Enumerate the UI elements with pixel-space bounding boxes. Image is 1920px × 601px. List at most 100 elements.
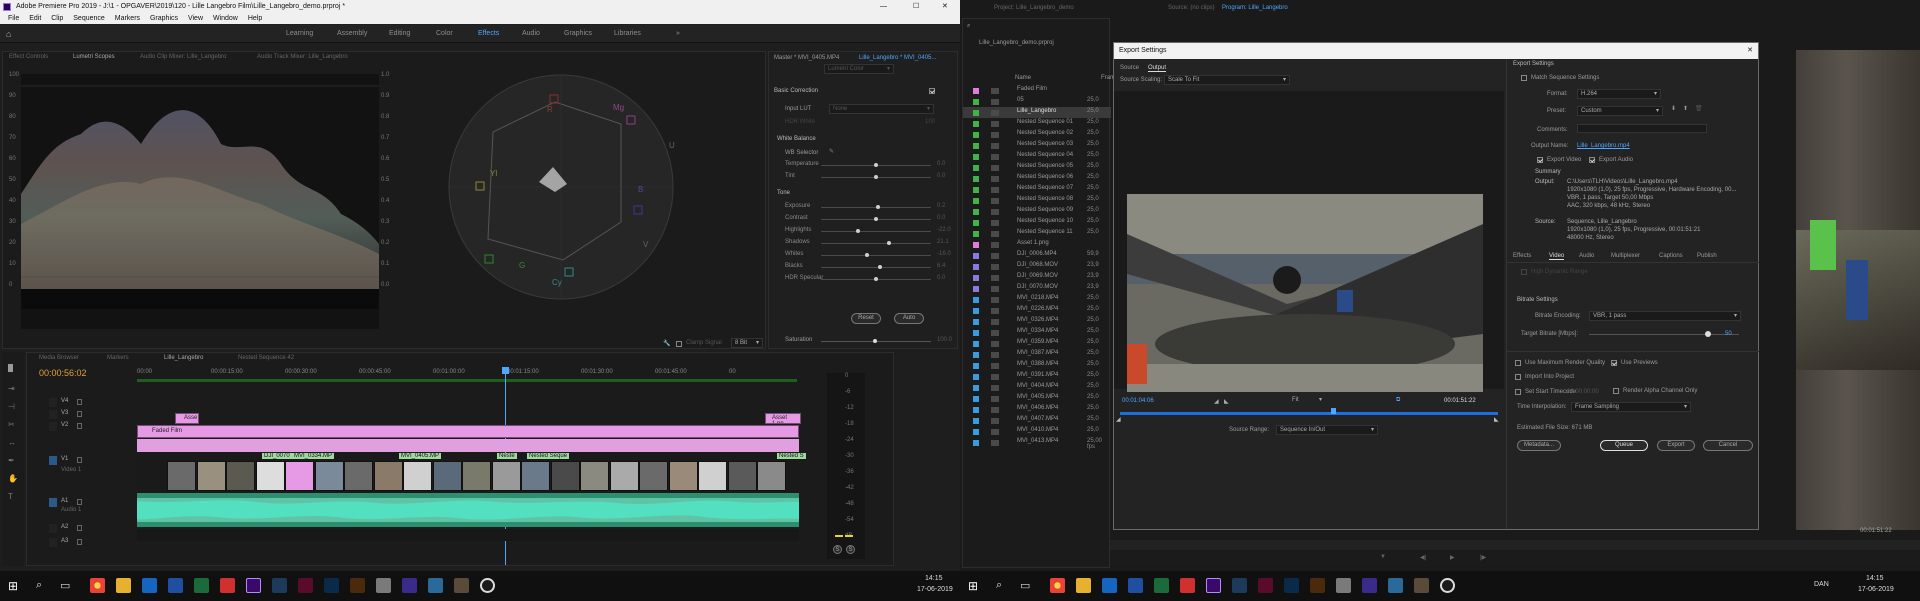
eyedropper-icon[interactable]: ✎ [829, 148, 834, 155]
label-color-swatch[interactable] [973, 275, 979, 281]
project-item[interactable]: Nested Sequence 09 25,0 [963, 206, 1111, 217]
use-previews-checkbox[interactable] [1611, 360, 1617, 366]
playhead-timecode[interactable]: 00:00:56:02 [39, 368, 87, 378]
app-icon-3-right[interactable] [1388, 578, 1403, 593]
workspace-audio[interactable]: Audio [522, 30, 540, 37]
tab-lille-langebro-sequence[interactable]: Lille_Langebro [164, 355, 203, 361]
type-tool-icon[interactable]: T [8, 492, 13, 501]
label-color-swatch[interactable] [973, 165, 979, 171]
slider-row-tint[interactable]: Tint 0.0 [769, 172, 959, 183]
lock-icon[interactable] [77, 539, 82, 545]
track-target-toggle[interactable] [49, 538, 57, 547]
label-color-swatch[interactable] [973, 198, 979, 204]
timeline-clip-thumb[interactable] [226, 461, 255, 491]
target-bitrate-value[interactable]: 50 [1725, 331, 1732, 337]
label-color-swatch[interactable] [973, 242, 979, 248]
asset-clip-end[interactable]: Asset 1.pn [765, 413, 801, 424]
preview-fit-dropdown[interactable]: Fit [1289, 396, 1325, 406]
label-color-swatch[interactable] [973, 396, 979, 402]
workspace-more[interactable]: » [676, 30, 680, 37]
project-item[interactable]: DJI_0069.MOV 23,9 [963, 272, 1111, 283]
excel-icon[interactable] [194, 578, 209, 593]
project-item[interactable]: Nested Sequence 02 25,0 [963, 129, 1111, 140]
slider-row-exposure[interactable]: Exposure 0.2 [769, 202, 959, 213]
project-item[interactable]: Nested Sequence 07 25,0 [963, 184, 1111, 195]
label-color-swatch[interactable] [973, 99, 979, 105]
saturation-knob[interactable] [873, 339, 877, 343]
playhead-handle[interactable] [502, 367, 509, 374]
slider-row-blacks[interactable]: Blacks 6.4 [769, 262, 959, 273]
bitrate-encoding-dropdown[interactable]: VBR, 1 pass [1589, 311, 1741, 321]
tab-export-output[interactable]: Output [1148, 65, 1167, 72]
label-color-swatch[interactable] [973, 220, 979, 226]
range-out-marker-icon[interactable]: ◣ [1494, 416, 1499, 423]
tab-audio[interactable]: Audio [1579, 253, 1594, 259]
search-icon[interactable]: ⌕ [36, 579, 42, 592]
slider-knob[interactable] [874, 277, 878, 281]
set-in-point-icon[interactable]: ◢ [1214, 398, 1219, 405]
label-color-swatch[interactable] [973, 132, 979, 138]
project-item[interactable]: MVI_0413.MP4 25,00 fps [963, 437, 1111, 450]
bitrate-settings-header[interactable]: Bitrate Settings [1517, 297, 1558, 303]
play-icon[interactable]: ▶ [1450, 554, 1455, 561]
slider-knob[interactable] [874, 175, 878, 179]
label-color-swatch[interactable] [973, 176, 979, 182]
set-out-point-icon[interactable]: ◣ [1224, 398, 1229, 405]
track-target-toggle[interactable] [49, 498, 57, 507]
project-item[interactable]: Nested Sequence 11 25,0 [963, 228, 1111, 239]
maximize-button[interactable]: ☐ [913, 0, 919, 13]
timeline-clip-thumb[interactable] [757, 461, 786, 491]
export-button[interactable]: Export [1657, 440, 1695, 451]
slider-row-contrast[interactable]: Contrast 0.0 [769, 214, 959, 225]
preview-playhead[interactable] [1331, 408, 1336, 414]
timeline-clip-thumb[interactable] [403, 461, 432, 491]
export-video-checkbox[interactable] [1537, 157, 1543, 163]
slider-row-temperature[interactable]: Temperature 0.0 [769, 160, 959, 171]
summary-header[interactable]: Summary [1535, 169, 1561, 175]
format-dropdown[interactable]: H.264 [1577, 89, 1661, 99]
photoshop-icon[interactable] [324, 578, 339, 593]
app-icon-1[interactable] [376, 578, 391, 593]
timeline-clip-thumb[interactable] [580, 461, 609, 491]
basic-correction-toggle[interactable] [929, 88, 935, 94]
input-lut-dropdown[interactable]: None [829, 104, 934, 114]
app-icon-5[interactable] [480, 578, 495, 593]
label-color-swatch[interactable] [973, 429, 979, 435]
slider-knob[interactable] [878, 265, 883, 269]
set-start-timecode-checkbox[interactable] [1515, 389, 1521, 395]
source-range-dropdown[interactable]: Sequence In/Out [1276, 425, 1378, 435]
app-icon-2-right[interactable] [1362, 578, 1377, 593]
lock-icon[interactable] [77, 423, 82, 429]
tab-media-browser[interactable]: Media Browser [39, 355, 79, 361]
tab-multiplexer[interactable]: Multiplexer [1611, 253, 1640, 259]
slider-knob[interactable] [856, 229, 861, 233]
app-icon-4[interactable] [454, 578, 469, 593]
label-color-swatch[interactable] [973, 385, 979, 391]
track-target-toggle[interactable] [49, 524, 57, 533]
project-item[interactable]: Nested Sequence 05 25,0 [963, 162, 1111, 173]
workspace-graphics[interactable]: Graphics [564, 30, 592, 37]
razor-tool-icon[interactable]: ✂ [8, 420, 15, 429]
timeline-clip-thumb[interactable] [196, 461, 226, 491]
export-settings-section[interactable]: Export Settings [1513, 61, 1554, 67]
slider-track[interactable] [821, 231, 931, 232]
slider-knob[interactable] [876, 205, 881, 209]
lock-icon[interactable] [77, 525, 82, 531]
illustrator-icon-right[interactable] [1310, 578, 1325, 593]
tab-lumetri-scopes[interactable]: Lumetri Scopes [73, 54, 115, 60]
project-item[interactable]: MVI_0404.MP4 25,0 [963, 382, 1111, 393]
cancel-button[interactable]: Cancel [1703, 440, 1753, 451]
tab-nested-sequence-42[interactable]: Nested Sequence 42 [238, 355, 294, 361]
photoshop-icon-right[interactable] [1284, 578, 1299, 593]
project-item[interactable]: MVI_0326.MP4 25,0 [963, 316, 1111, 327]
timeline-clip-thumb[interactable] [609, 461, 639, 491]
workspace-effects[interactable]: Effects [478, 30, 499, 37]
slider-row-highlights[interactable]: Highlights -22.0 [769, 226, 959, 237]
tab-export-source[interactable]: Source [1120, 65, 1139, 71]
slider-row-hdr-specular[interactable]: HDR Specular 0.0 [769, 274, 959, 285]
label-color-swatch[interactable] [973, 264, 979, 270]
acrobat-icon-right[interactable] [1180, 578, 1195, 593]
workspace-color[interactable]: Color [436, 30, 453, 37]
project-item[interactable]: 05 25,0 [963, 96, 1111, 107]
workspace-libraries[interactable]: Libraries [614, 30, 641, 37]
